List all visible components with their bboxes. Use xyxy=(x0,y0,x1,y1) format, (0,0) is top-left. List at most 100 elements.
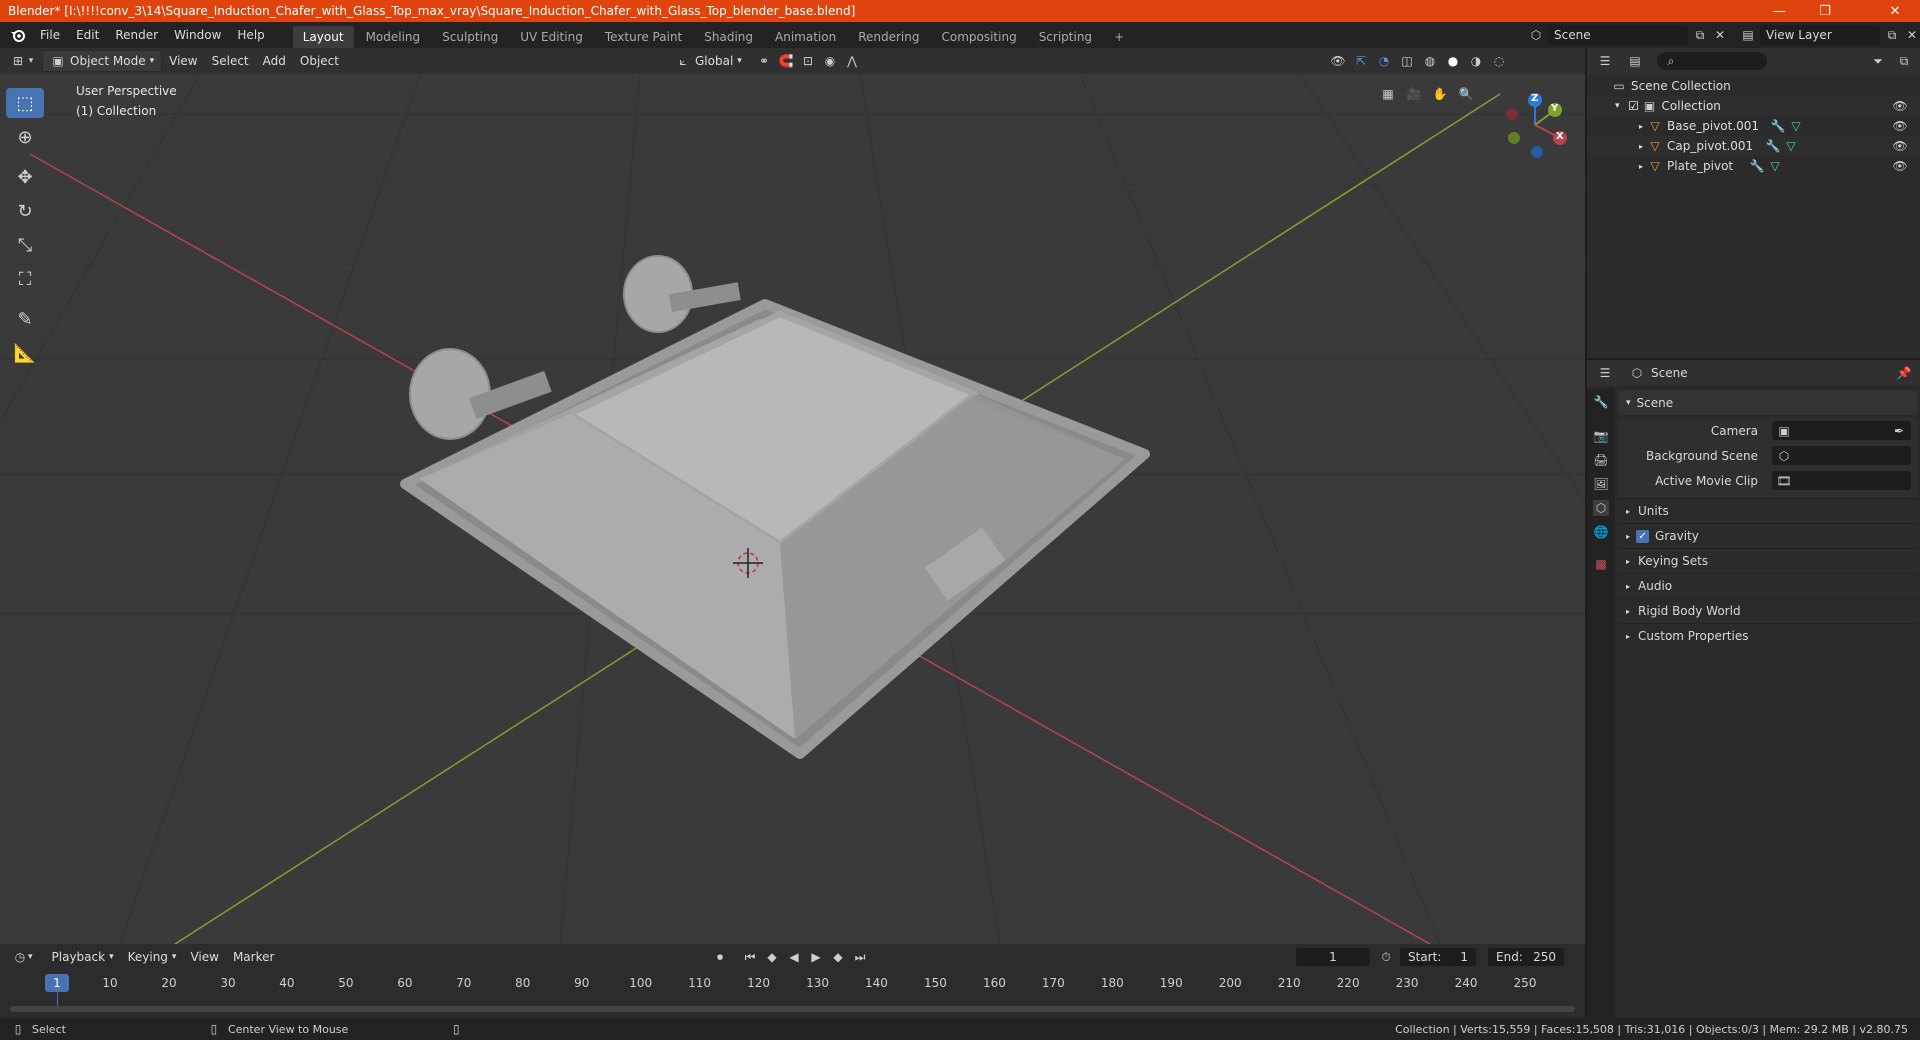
expand-arrow-icon[interactable]: ▾ xyxy=(1615,101,1620,111)
world-tab-icon[interactable]: 🌐 xyxy=(1593,524,1609,540)
jump-keyframe-forward-icon[interactable]: ◆ xyxy=(830,949,846,965)
timeline-menu-view[interactable]: View xyxy=(183,948,225,966)
tab-scripting[interactable]: Scripting xyxy=(1029,26,1102,48)
eye-icon[interactable]: 👁 xyxy=(1892,158,1908,174)
mode-dropdown[interactable]: ▣ Object Mode ▾ xyxy=(42,50,163,72)
navigation-gizmo[interactable]: Z Y X xyxy=(1500,90,1570,160)
gravity-panel-header[interactable]: ▸ ✓ Gravity xyxy=(1618,523,1918,548)
rendered-shading-icon[interactable]: ◌ xyxy=(1491,53,1507,69)
jump-start-icon[interactable]: ⏮ xyxy=(742,949,758,965)
outliner-scene-collection[interactable]: ▭ Scene Collection xyxy=(1587,76,1920,96)
gizmo-toggle-icon[interactable]: ⇱ xyxy=(1353,53,1369,69)
record-icon[interactable]: ⏺ xyxy=(712,949,728,965)
camera-view-icon[interactable]: 🎥 xyxy=(1406,86,1422,102)
snap-target-icon[interactable]: ⊡ xyxy=(800,53,816,69)
blender-logo-icon[interactable] xyxy=(10,27,26,43)
scene-name-field[interactable]: Scene xyxy=(1548,25,1688,45)
expand-arrow-icon[interactable]: ▸ xyxy=(1639,122,1643,131)
expand-arrow-icon[interactable]: ▸ xyxy=(1639,142,1643,151)
menu-help[interactable]: Help xyxy=(229,28,272,42)
timeline-editor-icon[interactable]: ◷ xyxy=(12,949,28,965)
overlays-icon[interactable]: ◔ xyxy=(1376,53,1392,69)
close-button[interactable]: ✕ xyxy=(1872,0,1918,22)
view-layer-field[interactable]: View Layer xyxy=(1760,25,1880,45)
outliner-object-row[interactable]: ▸ ▽ Cap_pivot.001 🔧 ▽ 👁 xyxy=(1587,136,1920,156)
new-collection-icon[interactable]: ⧉ xyxy=(1896,53,1912,69)
tool-tab-icon[interactable]: 🔧 xyxy=(1593,394,1609,410)
menu-window[interactable]: Window xyxy=(166,28,229,42)
tab-layout[interactable]: Layout xyxy=(292,26,354,48)
material-shading-icon[interactable]: ◑ xyxy=(1468,53,1484,69)
viewport-menu-select[interactable]: Select xyxy=(205,52,256,70)
mesh-data-icon[interactable]: ▽ xyxy=(1783,138,1799,154)
tab-shading[interactable]: Shading xyxy=(694,26,763,48)
new-scene-icon[interactable]: ⧉ xyxy=(1692,27,1708,43)
tab-sculpting[interactable]: Sculpting xyxy=(432,26,508,48)
new-view-layer-icon[interactable]: ⧉ xyxy=(1884,27,1900,43)
outliner-collection-row[interactable]: ▾ ☑ ▣ Collection 👁 xyxy=(1587,96,1920,116)
scene-tab-icon[interactable]: ⬡ xyxy=(1593,500,1609,516)
falloff-icon[interactable]: ⋀ xyxy=(844,53,860,69)
menu-edit[interactable]: Edit xyxy=(68,28,107,42)
mesh-data-icon[interactable]: ▽ xyxy=(1788,118,1804,134)
outliner-editor-icon[interactable]: ☰ xyxy=(1597,53,1613,69)
camera-field[interactable]: ▣ ✒ xyxy=(1772,421,1911,440)
frame-ruler[interactable]: 1 10 20 30 40 50 60 70 80 90 100 110 120 130 140 150 160… xyxy=(0,974,1585,994)
units-panel-header[interactable]: ▸ Units xyxy=(1618,498,1918,523)
cursor-tool[interactable]: ⊕ xyxy=(6,122,44,152)
menu-file[interactable]: File xyxy=(32,28,68,42)
viewport-menu-add[interactable]: Add xyxy=(256,52,293,70)
delete-view-layer-icon[interactable]: ✕ xyxy=(1904,27,1920,43)
filter-icon[interactable]: ⏷ xyxy=(1870,53,1886,69)
add-workspace-button[interactable]: + xyxy=(1104,26,1134,48)
move-tool[interactable]: ✥ xyxy=(6,162,44,192)
view-layer-tab-icon[interactable]: 🖼 xyxy=(1593,476,1609,492)
current-frame-field[interactable]: 1 xyxy=(1296,948,1370,966)
minimize-button[interactable]: — xyxy=(1756,0,1802,22)
checkbox-icon[interactable]: ☑ xyxy=(1626,98,1642,114)
snap-icon[interactable]: 🧲 xyxy=(778,53,794,69)
modifier-wrench-icon[interactable]: 🔧 xyxy=(1765,138,1781,154)
jump-keyframe-back-icon[interactable]: ◆ xyxy=(764,949,780,965)
tab-compositing[interactable]: Compositing xyxy=(931,26,1026,48)
solid-shading-icon[interactable]: ● xyxy=(1445,53,1461,69)
rotate-tool[interactable]: ↻ xyxy=(6,196,44,226)
annotate-tool[interactable]: ✎ xyxy=(6,304,44,334)
tab-uv-editing[interactable]: UV Editing xyxy=(510,26,593,48)
pivot-point-icon[interactable]: ⚭ xyxy=(756,53,772,69)
menu-render[interactable]: Render xyxy=(107,28,166,42)
output-tab-icon[interactable]: 🖨 xyxy=(1593,452,1609,468)
outliner-search-input[interactable]: ⌕ xyxy=(1657,52,1767,70)
expand-arrow-icon[interactable]: ▸ xyxy=(1639,162,1643,171)
toggle-camera-grid-icon[interactable]: ▦ xyxy=(1380,86,1396,102)
background-scene-field[interactable]: ⬡ xyxy=(1772,446,1911,465)
outliner-object-row[interactable]: ▸ ▽ Base_pivot.001 🔧 ▽ 👁 xyxy=(1587,116,1920,136)
display-mode-icon[interactable]: ▤ xyxy=(1627,53,1643,69)
zoom-icon[interactable]: 🔍 xyxy=(1458,86,1474,102)
mesh-data-icon[interactable]: ▽ xyxy=(1767,158,1783,174)
play-reverse-icon[interactable]: ◀ xyxy=(786,949,802,965)
pan-hand-icon[interactable]: ✋ xyxy=(1432,86,1448,102)
viewport-menu-object[interactable]: Object xyxy=(293,52,346,70)
scale-tool[interactable]: ⤡ xyxy=(6,230,44,260)
rigid-body-world-panel-header[interactable]: ▸ Rigid Body World xyxy=(1618,598,1918,623)
render-tab-icon[interactable]: 📷 xyxy=(1593,428,1609,444)
keying-sets-panel-header[interactable]: ▸ Keying Sets xyxy=(1618,548,1918,573)
select-box-tool[interactable]: ⬚ xyxy=(6,88,44,118)
eye-icon[interactable]: 👁 xyxy=(1892,98,1908,114)
scene-section-header[interactable]: ▾ Scene xyxy=(1618,390,1918,415)
custom-properties-panel-header[interactable]: ▸ Custom Properties xyxy=(1618,623,1918,648)
tab-texture-paint[interactable]: Texture Paint xyxy=(595,26,692,48)
tab-animation[interactable]: Animation xyxy=(765,26,846,48)
end-frame-field[interactable]: End: 250 xyxy=(1488,948,1564,966)
audio-panel-header[interactable]: ▸ Audio xyxy=(1618,573,1918,598)
pin-icon[interactable]: 📌 xyxy=(1896,365,1912,381)
visibility-icon[interactable]: 👁 xyxy=(1330,53,1346,69)
editor-type-icon[interactable]: ⊞ xyxy=(10,53,26,69)
wireframe-shading-icon[interactable]: ◍ xyxy=(1422,53,1438,69)
timeline-menu-keying[interactable]: Keying ▾ xyxy=(121,948,184,966)
jump-end-icon[interactable]: ⏭ xyxy=(852,949,868,965)
texture-tab-icon[interactable]: ▩ xyxy=(1593,556,1609,572)
xray-icon[interactable]: ◫ xyxy=(1399,53,1415,69)
eye-icon[interactable]: 👁 xyxy=(1892,138,1908,154)
